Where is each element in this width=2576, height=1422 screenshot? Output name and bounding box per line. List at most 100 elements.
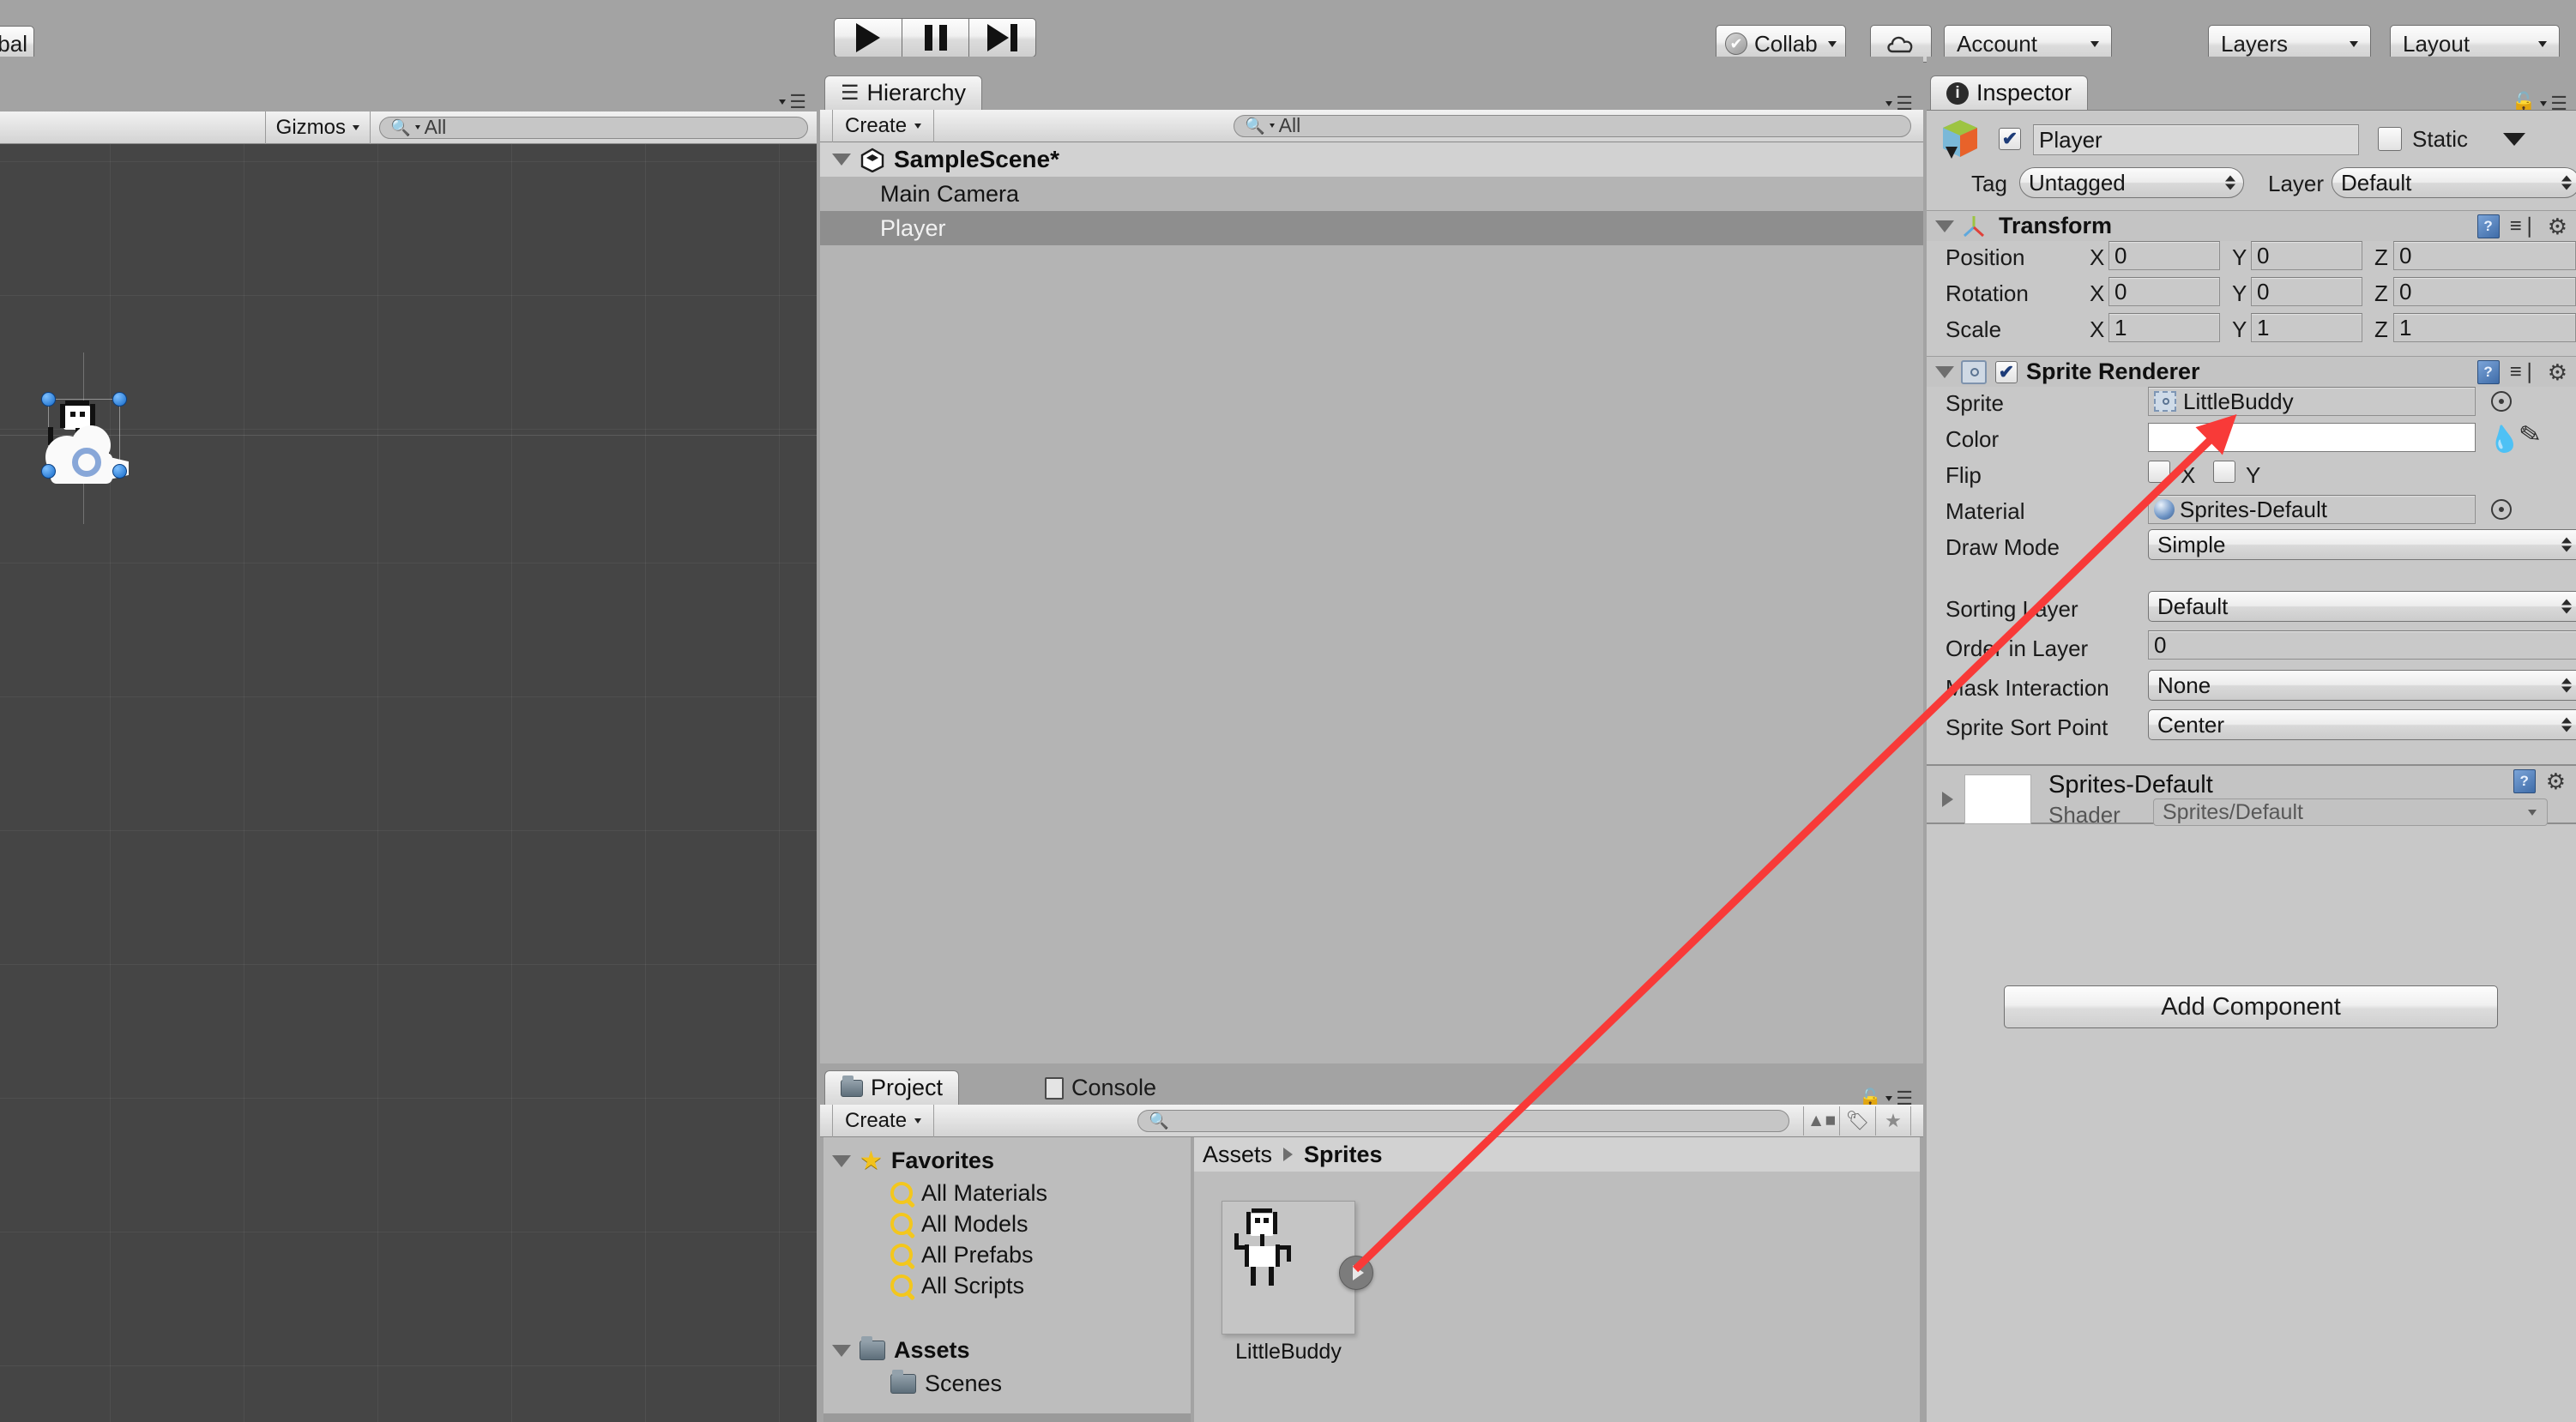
project-tree[interactable]: ★ Favorites All Materials All Models All… [823,1137,1191,1422]
help-icon[interactable]: ? [2476,214,2500,238]
tag-dropdown[interactable]: Untagged [2019,167,2244,198]
field-value: 0 [2114,242,2127,268]
position-x-field[interactable]: 0 [2108,241,2220,270]
gizmos-dropdown[interactable]: Gizmos [264,111,371,144]
flip-y-checkbox[interactable] [2213,461,2235,483]
selection-handle-bl[interactable] [41,464,56,479]
layer-dropdown[interactable]: Default [2332,167,2576,198]
scene-panel-menu[interactable]: ☰ [779,91,806,113]
project-asset-grid[interactable]: Assets Sprites LittleBuddy [1194,1137,1920,1422]
selection-handle-tl[interactable] [41,392,56,407]
play-button[interactable] [834,18,902,57]
chevron-down-icon [779,99,787,105]
pause-button[interactable] [902,18,969,57]
label-filter-icon[interactable]: 🏷 [1839,1106,1875,1136]
tab-project-label: Project [871,1075,944,1100]
scene-search-input[interactable]: 🔍 All [379,116,808,139]
updown-arrows-icon [2561,537,2572,552]
selection-handle-tr[interactable] [112,392,127,407]
asset-filter-icon[interactable]: ▲■ [1803,1106,1839,1136]
sprite-sort-point-dropdown[interactable]: Center [2148,709,2576,740]
project-tree-item-all-scripts[interactable]: All Scripts [823,1270,1191,1301]
position-y-field[interactable]: 0 [2251,241,2362,270]
favorite-filter-icon[interactable]: ★ [1875,1106,1911,1136]
chevron-down-icon [2528,809,2537,816]
chevron-down-icon[interactable] [832,1344,851,1357]
hierarchy-search-input[interactable]: 🔍 All [1234,114,1911,137]
axis-label-y: Y [2232,280,2247,306]
gameobject-name-field[interactable]: Player [2033,124,2359,155]
project-create-button[interactable]: Create [832,1104,935,1137]
gear-icon[interactable]: ⚙ [2548,361,2567,383]
hierarchy-item-player[interactable]: Player [820,211,1923,245]
breadcrumb-sprites[interactable]: Sprites [1304,1142,1383,1168]
chevron-down-icon [2350,40,2358,47]
scale-z-field[interactable]: 1 [2393,313,2576,342]
sorting-layer-dropdown[interactable]: Default [2148,591,2576,622]
project-tree-item-all-materials[interactable]: All Materials [823,1178,1191,1208]
gameobject-enabled-checkbox[interactable] [1999,128,2021,150]
position-z-field[interactable]: 0 [2393,241,2576,270]
rotation-z-field[interactable]: 0 [2393,277,2576,306]
selection-handle-br[interactable] [112,464,127,479]
object-picker-icon[interactable] [2491,499,2512,520]
rotation-y-field[interactable]: 0 [2251,277,2362,306]
preset-icon[interactable]: ≡❘ [2510,361,2538,383]
chevron-down-icon[interactable] [2503,133,2525,146]
chevron-right-icon[interactable] [1942,792,1953,807]
flip-x-checkbox[interactable] [2148,461,2170,483]
sprite-renderer-enabled-checkbox[interactable] [1995,360,2018,383]
scale-y-field[interactable]: 1 [2251,313,2362,342]
order-in-layer-field[interactable]: 0 [2148,630,2576,660]
hierarchy-item-main-camera[interactable]: Main Camera [820,177,1923,211]
axis-label-z: Z [2374,280,2388,306]
tab-console[interactable]: Console [1029,1070,1173,1105]
scale-x-field[interactable]: 1 [2108,313,2220,342]
gear-icon[interactable]: ⚙ [2548,215,2567,238]
draw-mode-dropdown[interactable]: Simple [2148,529,2576,560]
object-picker-icon[interactable] [2491,391,2512,412]
project-search-input[interactable]: 🔍 [1137,1109,1789,1132]
gear-icon[interactable]: ⚙ [2546,770,2566,792]
color-swatch-field[interactable] [2148,423,2476,452]
project-tree-item-scenes[interactable]: Scenes [823,1367,1191,1401]
static-checkbox[interactable] [2378,127,2402,151]
preset-icon[interactable]: ≡❘ [2510,215,2538,237]
unity-editor-window: bal ✔ Collab Account Layers Layout ☰ Giz… [0,0,2576,1422]
sprite-object-field[interactable]: LittleBuddy [2148,387,2476,416]
transform-component-header[interactable]: Transform ? ≡❘ ⚙ [1927,210,2576,241]
mask-interaction-dropdown[interactable]: None [2148,670,2576,701]
chevron-down-icon[interactable] [832,1154,851,1167]
material-object-field[interactable]: Sprites-Default [2148,495,2476,524]
rotation-x-field[interactable]: 0 [2108,277,2220,306]
asset-tile-littlebuddy[interactable]: LittleBuddy [1222,1201,1373,1364]
sprite-sort-point-row: Sprite Sort Point Center [1927,709,2576,750]
breadcrumb-assets[interactable]: Assets [1203,1142,1272,1168]
asset-expand-badge[interactable] [1339,1256,1373,1290]
hierarchy-item-samplescene[interactable]: SampleScene* [820,142,1923,177]
material-preview-title: Sprites-Default [2048,771,2213,798]
project-tree-item-all-models[interactable]: All Models [823,1208,1191,1239]
chevron-down-icon[interactable] [832,154,851,166]
project-tree-item-favorites[interactable]: ★ Favorites [823,1144,1191,1178]
sprite-renderer-component-header[interactable]: Sprite Renderer ? ≡❘ ⚙ [1927,356,2576,387]
hierarchy-create-button[interactable]: Create [832,109,935,142]
project-tree-item-assets[interactable]: Assets [823,1334,1191,1367]
chevron-down-icon[interactable] [1935,365,1954,378]
help-icon[interactable]: ? [2476,359,2500,384]
shader-dropdown[interactable]: Sprites/Default [2153,798,2548,826]
flip-x-label: X [2181,462,2196,488]
add-component-button[interactable]: Add Component [2004,985,2498,1028]
help-icon[interactable]: ? [2513,769,2536,793]
tab-project[interactable]: Project [824,1070,960,1105]
chevron-down-icon[interactable] [1935,220,1954,232]
updown-arrows-icon [2561,599,2572,614]
step-button[interactable] [969,18,1036,57]
updown-arrows-icon [2561,717,2572,732]
tab-hierarchy[interactable]: ☰ Hierarchy [824,75,983,110]
eyedropper-icon[interactable]: 💧✎ [2485,419,2543,457]
tab-inspector[interactable]: i Inspector [1930,75,2089,110]
hierarchy-tree[interactable]: SampleScene* Main Camera Player [820,142,1923,1117]
project-tree-item-all-prefabs[interactable]: All Prefabs [823,1239,1191,1270]
scene-view-canvas[interactable] [0,144,817,1422]
